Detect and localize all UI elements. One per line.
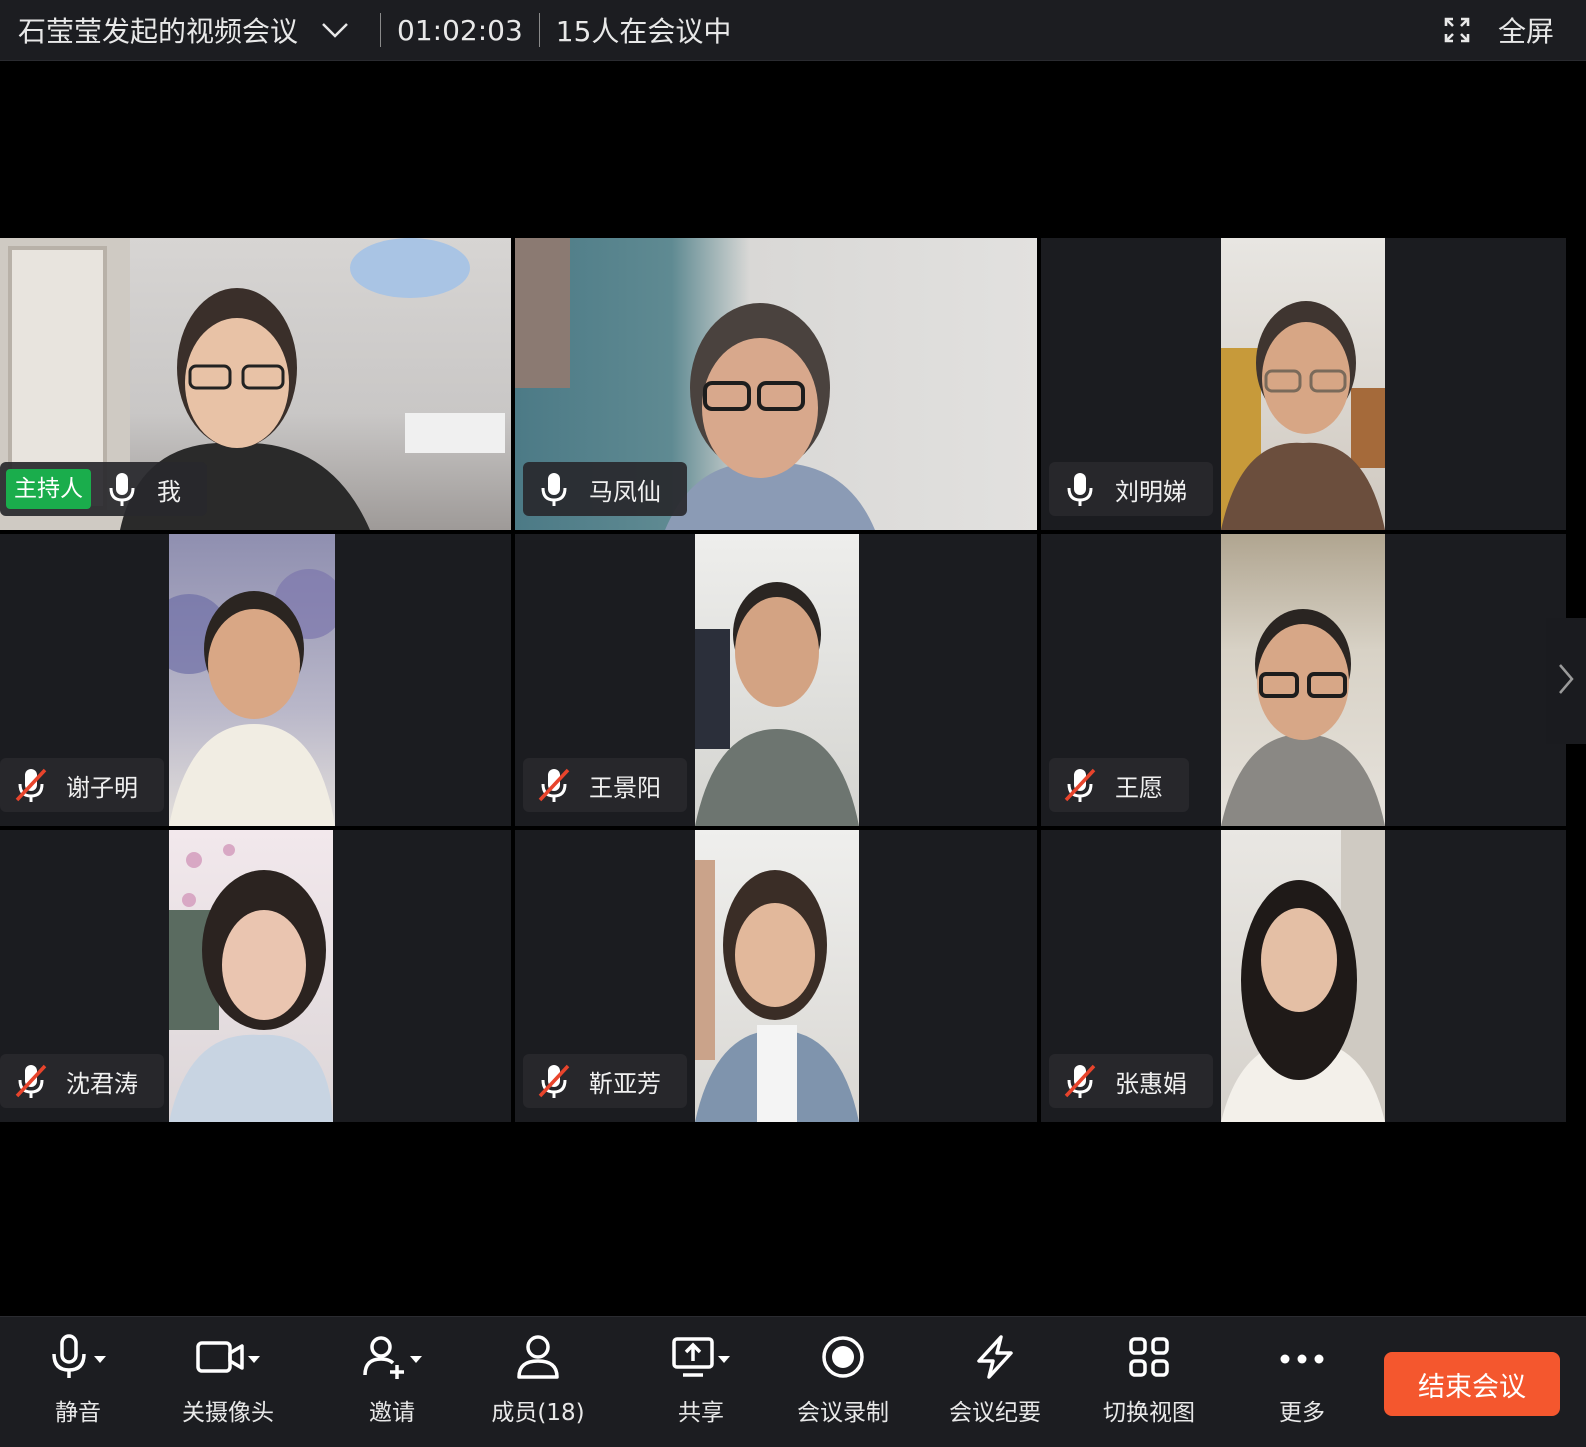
participant-name: 刘明娣 (1115, 477, 1187, 506)
share-button[interactable]: 共享 (660, 1331, 742, 1431)
microphone-icon (537, 472, 571, 506)
microphone-muted-icon (537, 768, 571, 802)
participant-nameplate: 张惠娟 (1049, 1054, 1213, 1108)
next-page-button[interactable] (1546, 618, 1586, 744)
participant-name: 沈君涛 (66, 1069, 138, 1098)
participant-video (1221, 534, 1385, 826)
participant-count: 15人在会议中 (555, 15, 732, 48)
mute-button[interactable]: 静音 (34, 1331, 122, 1431)
caret-down-icon[interactable] (409, 1350, 423, 1369)
divider (538, 13, 540, 47)
participant-nameplate: 主持人 我 (0, 462, 207, 516)
microphone-icon (1063, 472, 1097, 506)
invite-button[interactable]: 邀请 (352, 1331, 432, 1431)
switch-view-button[interactable]: 切换视图 (1094, 1331, 1204, 1431)
participant-nameplate: 王愿 (1049, 758, 1189, 812)
participant-video (169, 534, 335, 826)
meeting-timer: 01:02:03 (397, 13, 523, 47)
mute-label: 静音 (55, 1400, 101, 1426)
participant-tile[interactable]: 王愿 (1041, 534, 1566, 826)
meeting-header: 石莹莹发起的视频会议 01:02:03 15人在会议中 全屏 (0, 0, 1586, 61)
video-grid: 主持人 我 马凤仙 刘明娣 谢子明 王景阳 王愿 沈君涛 靳亚芳 张惠娟 (0, 238, 1586, 1138)
participant-tile[interactable]: 主持人 我 (0, 238, 511, 530)
more-label: 更多 (1279, 1400, 1325, 1426)
minutes-label: 会议纪要 (949, 1400, 1041, 1426)
microphone-icon (49, 1333, 93, 1385)
participant-tile[interactable]: 沈君涛 (0, 830, 511, 1122)
chevron-right-icon (1557, 662, 1575, 700)
participant-video (169, 830, 333, 1122)
participant-tile[interactable]: 谢子明 (0, 534, 511, 826)
participant-nameplate: 王景阳 (523, 758, 687, 812)
members-label: 成员(18) (491, 1400, 585, 1426)
participant-name: 王愿 (1115, 773, 1163, 802)
participant-name: 张惠娟 (1115, 1069, 1187, 1098)
members-button[interactable]: 成员(18) (486, 1331, 590, 1431)
caret-down-icon[interactable] (717, 1350, 731, 1369)
video-camera-icon (195, 1337, 247, 1381)
camera-off-button[interactable]: 关摄像头 (176, 1331, 280, 1431)
participant-tile[interactable]: 王景阳 (515, 534, 1037, 826)
caret-down-icon[interactable] (93, 1350, 107, 1369)
participant-name: 谢子明 (66, 773, 138, 802)
microphone-muted-icon (537, 1064, 571, 1098)
microphone-muted-icon (1063, 1064, 1097, 1098)
microphone-muted-icon (14, 768, 48, 802)
participant-tile[interactable]: 马凤仙 (515, 238, 1037, 530)
meeting-toolbar: 静音 关摄像头 邀请 成员(18) 共享 会议录制 会议纪要 切换视图 更多 结… (0, 1316, 1586, 1447)
microphone-muted-icon (14, 1064, 48, 1098)
participant-name: 我 (157, 477, 181, 506)
microphone-icon (105, 472, 139, 506)
participant-tile[interactable]: 靳亚芳 (515, 830, 1037, 1122)
lightning-icon (971, 1333, 1019, 1385)
participant-tile[interactable]: 刘明娣 (1041, 238, 1566, 530)
user-icon (514, 1333, 562, 1385)
divider (380, 13, 382, 47)
switch-view-label: 切换视图 (1103, 1400, 1195, 1426)
participant-tile[interactable]: 张惠娟 (1041, 830, 1566, 1122)
grid-view-icon (1127, 1335, 1171, 1383)
share-screen-icon (671, 1334, 717, 1384)
record-label: 会议录制 (797, 1400, 889, 1426)
more-button[interactable]: 更多 (1262, 1331, 1342, 1431)
more-dots-icon (1279, 1350, 1325, 1369)
fullscreen-button[interactable]: 全屏 (1498, 10, 1554, 50)
participant-nameplate: 沈君涛 (0, 1054, 164, 1108)
chevron-down-icon[interactable] (320, 15, 350, 45)
fullscreen-icon[interactable] (1442, 15, 1472, 45)
end-meeting-button[interactable]: 结束会议 (1384, 1352, 1560, 1416)
participant-name: 马凤仙 (589, 477, 661, 506)
camera-off-label: 关摄像头 (182, 1400, 274, 1426)
share-label: 共享 (678, 1400, 724, 1426)
participant-video (1221, 238, 1385, 530)
invite-label: 邀请 (369, 1400, 415, 1426)
add-user-icon (361, 1333, 409, 1385)
record-button[interactable]: 会议录制 (788, 1331, 898, 1431)
participant-nameplate: 马凤仙 (523, 462, 687, 516)
participant-name: 靳亚芳 (589, 1069, 661, 1098)
host-badge: 主持人 (6, 469, 91, 509)
participant-nameplate: 靳亚芳 (523, 1054, 687, 1108)
record-icon (819, 1333, 867, 1385)
caret-down-icon[interactable] (247, 1350, 261, 1369)
participant-name: 王景阳 (589, 773, 661, 802)
participant-nameplate: 谢子明 (0, 758, 164, 812)
minutes-button[interactable]: 会议纪要 (940, 1331, 1050, 1431)
meeting-title: 石莹莹发起的视频会议 (18, 15, 299, 48)
participant-nameplate: 刘明娣 (1049, 462, 1213, 516)
microphone-muted-icon (1063, 768, 1097, 802)
participant-video (695, 830, 859, 1122)
participant-video (695, 534, 859, 826)
participant-video (1221, 830, 1385, 1122)
